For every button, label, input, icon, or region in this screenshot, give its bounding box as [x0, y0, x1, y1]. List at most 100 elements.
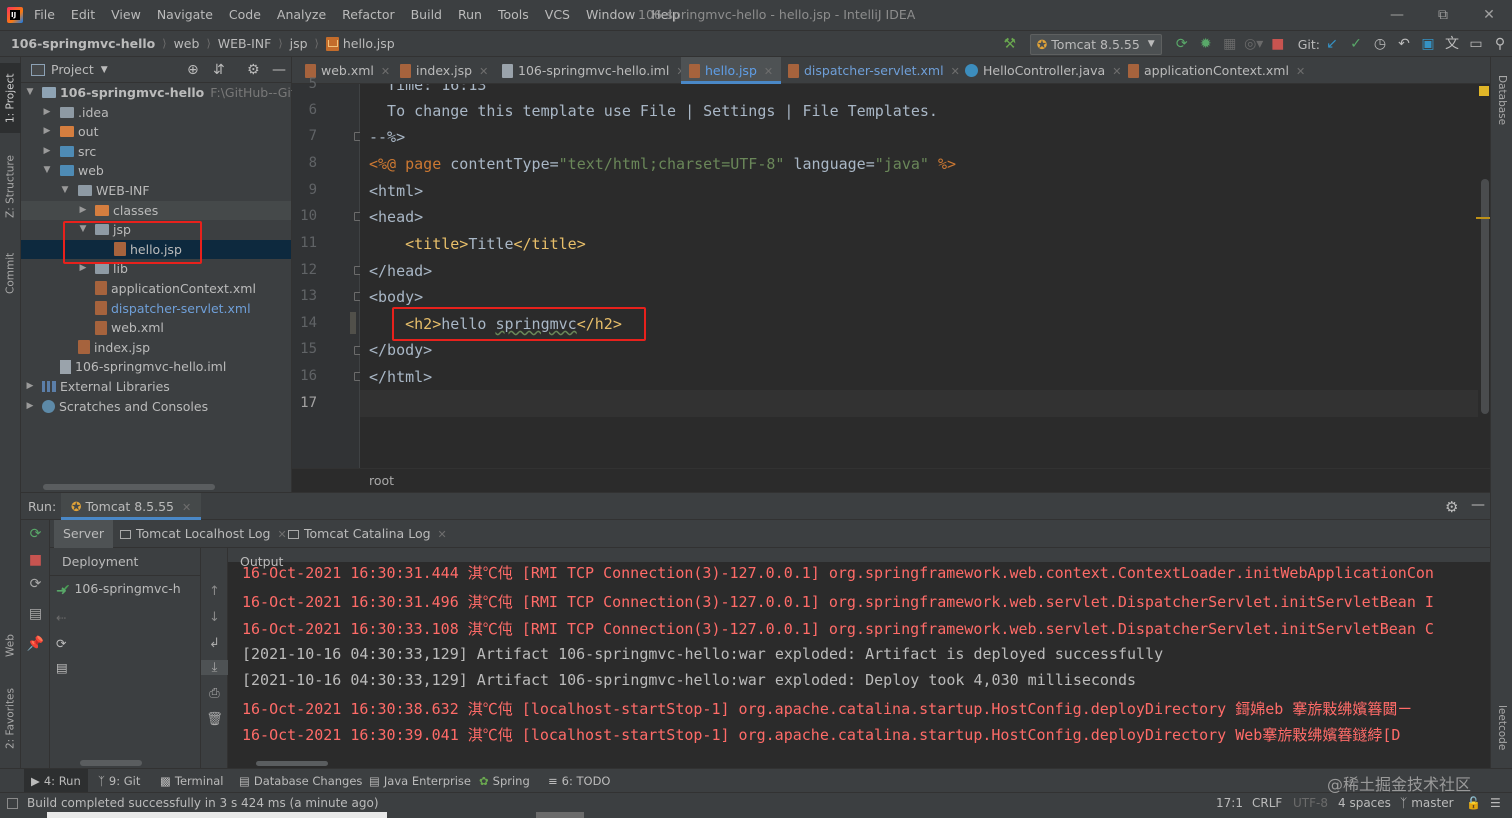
menu-edit[interactable]: Edit	[63, 0, 103, 30]
menu-build[interactable]: Build	[403, 0, 450, 30]
scroll-to-end-icon[interactable]: ⤓	[201, 660, 228, 675]
refresh-icon[interactable]: ⟳	[56, 636, 66, 651]
refresh-icon[interactable]: ⟳	[21, 576, 50, 592]
crumb-project[interactable]: 106-springmvc-hello	[11, 31, 155, 57]
tree-item-src[interactable]: ▶ src	[21, 142, 291, 162]
gear-icon[interactable]: ⚙	[1445, 498, 1458, 516]
code-editor[interactable]: Time: 16:13 To change this template use …	[360, 84, 1478, 468]
tree-item-scratches[interactable]: ▶ Scratches and Consoles	[21, 397, 291, 417]
rerun-icon[interactable]: ⟳	[21, 526, 50, 542]
expand-arrow-icon[interactable]: ▼	[41, 161, 53, 181]
menu-run[interactable]: Run	[450, 0, 490, 30]
scroll-up-icon[interactable]: ↑	[201, 584, 228, 599]
restore-icon[interactable]: ⧉	[1420, 0, 1466, 30]
crumb-web[interactable]: web	[174, 31, 200, 57]
bottom-tab-todo[interactable]: ≡ 6: TODO	[548, 769, 610, 793]
git-branch[interactable]: ᛉ master	[1400, 793, 1454, 813]
menu-view[interactable]: View	[103, 0, 149, 30]
close-tab-icon[interactable]: ✕	[438, 528, 447, 541]
stop-icon[interactable]: ■	[21, 552, 50, 568]
stop-icon[interactable]: ■	[1266, 31, 1290, 57]
layout-icon[interactable]: ▤	[21, 606, 50, 622]
expand-arrow-icon[interactable]: ▼	[24, 83, 36, 103]
menu-vcs[interactable]: VCS	[537, 0, 578, 30]
tree-item-web-inf[interactable]: ▼ WEB-INF	[21, 181, 291, 201]
menu-refactor[interactable]: Refactor	[334, 0, 402, 30]
tool-tab-project[interactable]: 1: Project	[0, 63, 21, 133]
bottom-tab-java-enterprise[interactable]: ▤ Java Enterprise	[369, 769, 471, 793]
coverage-icon[interactable]: ▦	[1218, 31, 1242, 57]
soft-wrap-icon[interactable]: ↲	[201, 636, 228, 651]
print-icon[interactable]: ⎙	[201, 686, 228, 701]
hide-panel-icon[interactable]: —	[272, 62, 286, 78]
collapse-arrow-icon[interactable]: ▶	[41, 142, 53, 162]
build-hammer-icon[interactable]: ⚒	[998, 31, 1022, 57]
debug-icon[interactable]: ✹	[1194, 31, 1218, 57]
line-separator[interactable]: CRLF	[1252, 793, 1282, 813]
crumb-hello-jsp[interactable]: hello.jsp	[343, 31, 395, 57]
tree-item-project-root[interactable]: ▼ 106-springmvc-hello F:\GitHub--Gitee\	[21, 83, 316, 103]
expand-arrow-icon[interactable]: ▼	[77, 220, 89, 240]
git-update-icon[interactable]: ↙	[1320, 31, 1344, 57]
bottom-tab-database-changes[interactable]: ▤ Database Changes	[239, 769, 362, 793]
close-tab-icon[interactable]: ✕	[182, 501, 191, 514]
hide-panel-icon[interactable]: —	[1471, 497, 1485, 513]
caret-position[interactable]: 17:1	[1216, 793, 1243, 813]
gear-icon[interactable]: ⚙	[247, 62, 260, 78]
menu-analyze[interactable]: Analyze	[269, 0, 334, 30]
rerun-icon[interactable]: ⟳	[1170, 31, 1194, 57]
tree-item-index-jsp[interactable]: index.jsp	[21, 338, 291, 358]
collapse-arrow-icon[interactable]: ▶	[77, 201, 89, 221]
profile-icon[interactable]: ◎▾	[1242, 31, 1266, 57]
project-structure-icon[interactable]: ▣	[1416, 31, 1440, 57]
layout-icon[interactable]: ▭	[1464, 31, 1488, 57]
undeploy-icon[interactable]: ⇠	[56, 610, 66, 625]
notifications-icon[interactable]: ☰	[1490, 793, 1501, 813]
deploy-icon[interactable]: ➜	[56, 584, 67, 599]
tab-iml[interactable]: 106-springmvc-hello.iml✕	[494, 57, 694, 84]
menu-tools[interactable]: Tools	[490, 0, 537, 30]
tool-tab-leetcode[interactable]: leetcode	[1491, 693, 1512, 763]
menu-navigate[interactable]: Navigate	[149, 0, 221, 30]
tree-item-iml[interactable]: 106-springmvc-hello.iml	[21, 357, 291, 377]
close-tab-icon[interactable]: ✕	[764, 65, 773, 78]
tab-hello-controller[interactable]: HelloController.java ✕	[957, 57, 1129, 84]
console-output[interactable]: 16-Oct-2021 16:30:31.444 淇℃伅 [RMI TCP Co…	[228, 562, 1490, 768]
locate-icon[interactable]: ⊕	[187, 62, 199, 78]
bottom-tab-git[interactable]: ᛉ 9: Git	[98, 769, 140, 793]
tab-application-context[interactable]: applicationContext.xml ✕	[1120, 57, 1313, 84]
tool-tab-web[interactable]: Web	[0, 623, 21, 669]
collapse-arrow-icon[interactable]: ▶	[77, 259, 89, 279]
pin-icon[interactable]: 📌	[21, 636, 50, 652]
tree-item-external-libraries[interactable]: ▶ External Libraries	[21, 377, 291, 397]
error-stripe-mark[interactable]	[1476, 217, 1490, 219]
tool-tab-database[interactable]: Database	[1491, 65, 1512, 135]
subtab-catalina-log[interactable]: Tomcat Catalina Log ✕	[279, 520, 456, 548]
history-icon[interactable]: ◷	[1368, 31, 1392, 57]
crumb-web-inf[interactable]: WEB-INF	[218, 31, 272, 57]
menu-code[interactable]: Code	[221, 0, 269, 30]
deployment-item[interactable]: ✔ 106-springmvc-h	[60, 581, 181, 596]
search-icon[interactable]: ⚲	[1488, 31, 1512, 57]
console-horizontal-scrollbar[interactable]	[256, 761, 328, 766]
tool-windows-toggle-icon[interactable]	[7, 798, 18, 809]
expand-arrow-icon[interactable]: ▼	[59, 181, 71, 201]
tab-hello-jsp[interactable]: hello.jsp ✕	[681, 57, 782, 84]
scroll-down-icon[interactable]: ↓	[201, 610, 228, 625]
close-tab-icon[interactable]: ✕	[479, 65, 488, 78]
tree-item-lib[interactable]: ▶ lib	[21, 259, 291, 279]
collapse-arrow-icon[interactable]: ▶	[41, 103, 53, 123]
close-tab-icon[interactable]: ✕	[381, 65, 390, 78]
tree-item-application-context[interactable]: applicationContext.xml	[21, 279, 291, 299]
tab-dispatcher-servlet[interactable]: dispatcher-servlet.xml ✕	[780, 57, 968, 84]
run-configuration-select[interactable]: ✪ Tomcat 8.5.55 ▼	[1029, 33, 1162, 55]
bottom-tab-run[interactable]: ▶ 4: Run	[24, 769, 88, 793]
tool-tab-structure[interactable]: Z: Structure	[0, 147, 21, 227]
bottom-tab-spring[interactable]: ✿ Spring	[479, 769, 530, 793]
tree-item-web[interactable]: ▼ web	[21, 161, 291, 181]
run-tab-tomcat[interactable]: ✪ Tomcat 8.5.55 ✕	[61, 493, 202, 520]
minimize-icon[interactable]: —	[1374, 0, 1420, 30]
tree-item-out[interactable]: ▶ out	[21, 122, 291, 142]
scrollbar-thumb[interactable]	[1481, 179, 1489, 414]
tree-item-idea[interactable]: ▶ .idea	[21, 103, 291, 123]
